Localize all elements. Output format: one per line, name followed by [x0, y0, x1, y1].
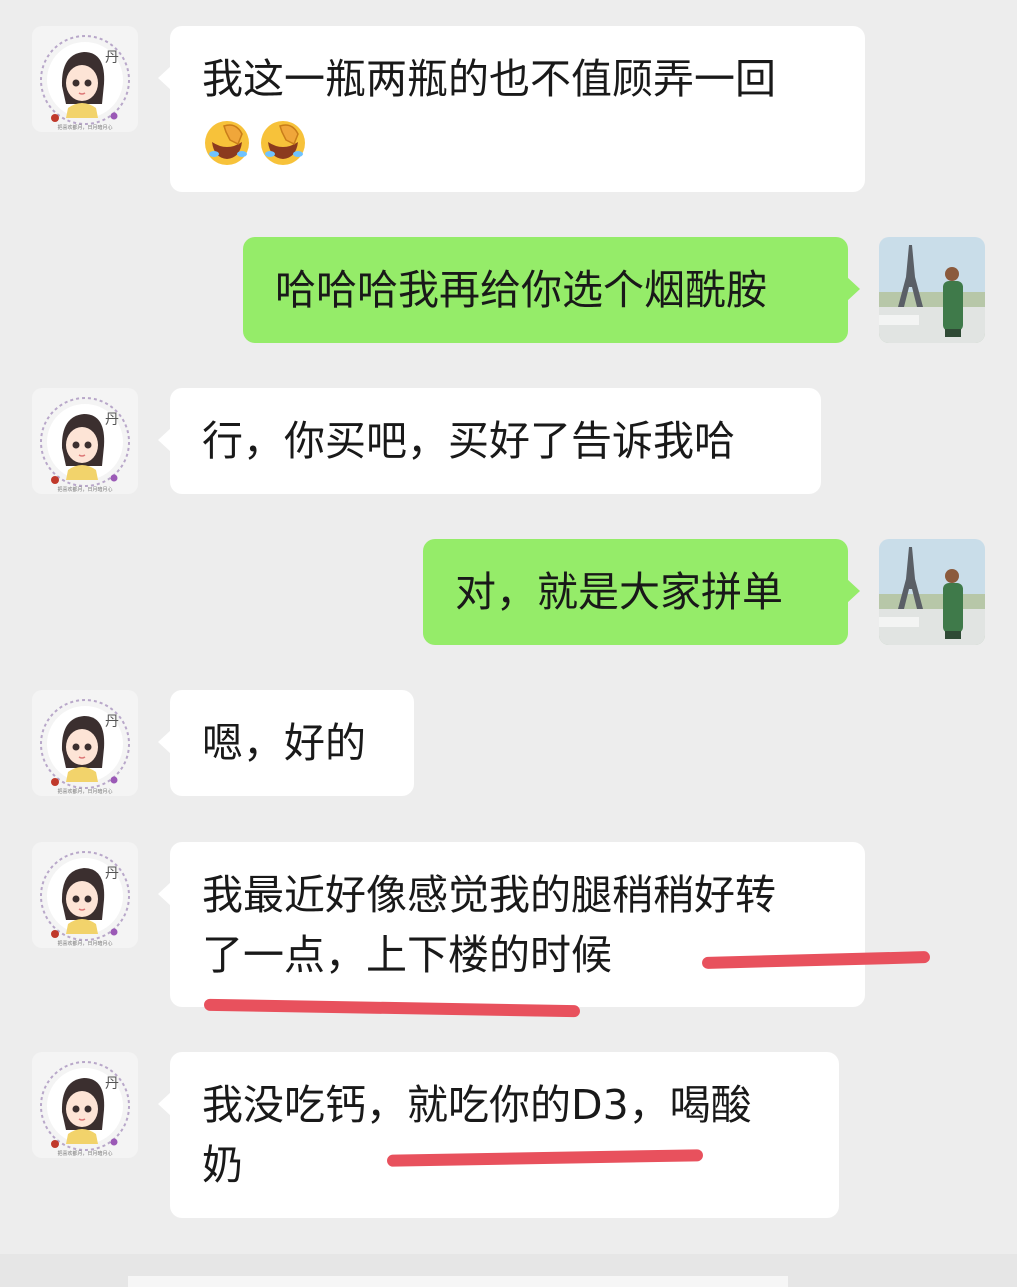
message-bubble[interactable]: 我这一瓶两瓶的也不值顾弄一回: [158, 26, 865, 192]
eiffel-tower-photo-avatar-icon: [879, 237, 985, 343]
svg-text:丹: 丹: [105, 866, 119, 882]
svg-text:把喜欢都月，日月暗月心: 把喜欢都月，日月暗月心: [57, 486, 112, 493]
facepalm-laugh-emoji-icon: [205, 121, 249, 165]
svg-text:把喜欢都月，日月暗月心: 把喜欢都月，日月暗月心: [57, 1150, 112, 1157]
girl-cartoon-avatar-icon: 丹 把喜欢都月，日月暗月心: [32, 1052, 138, 1158]
girl-cartoon-avatar-icon: 丹 把喜欢都月，日月暗月心: [32, 26, 138, 132]
message-bubble[interactable]: 嗯，好的: [158, 690, 414, 796]
svg-text:把喜欢都月，日月暗月心: 把喜欢都月，日月暗月心: [57, 124, 112, 131]
svg-text:丹: 丹: [105, 50, 119, 66]
message-bubble[interactable]: 行，你买吧，买好了告诉我哈: [158, 388, 821, 494]
message-text-line: 我最近好像感觉我的腿稍稍好转: [202, 871, 776, 919]
girl-cartoon-avatar-icon: 丹 把喜欢都月，日月暗月心: [32, 388, 138, 494]
message-text: 嗯，好的: [202, 719, 366, 767]
message-text: 对，就是大家拼单: [455, 568, 783, 616]
contact-avatar[interactable]: 丹 把喜欢都月，日月暗月心: [32, 388, 138, 494]
contact-avatar[interactable]: 丹 把喜欢都月，日月暗月心: [32, 690, 138, 796]
svg-text:把喜欢都月，日月暗月心: 把喜欢都月，日月暗月心: [57, 940, 112, 947]
svg-text:丹: 丹: [105, 714, 119, 730]
message-bubble[interactable]: 我最近好像感觉我的腿稍稍好转 了一点，上下楼的时候: [158, 842, 865, 1007]
message-text: 哈哈哈我再给你选个烟酰胺: [275, 266, 767, 314]
message-text-line: 奶: [202, 1141, 243, 1189]
my-avatar[interactable]: [879, 539, 985, 645]
contact-avatar[interactable]: 丹 把喜欢都月，日月暗月心: [32, 1052, 138, 1158]
eiffel-tower-photo-avatar-icon: [879, 539, 985, 645]
contact-avatar[interactable]: 丹 把喜欢都月，日月暗月心: [32, 842, 138, 948]
my-avatar[interactable]: [879, 237, 985, 343]
girl-cartoon-avatar-icon: 丹 把喜欢都月，日月暗月心: [32, 690, 138, 796]
message-input-field[interactable]: [128, 1276, 788, 1287]
message-text-line: 我没吃钙，就吃你的D3，喝酸: [202, 1081, 752, 1129]
svg-text:把喜欢都月，日月暗月心: 把喜欢都月，日月暗月心: [57, 788, 112, 795]
facepalm-laugh-emoji-icon: [261, 121, 305, 165]
message-text-line: 了一点，上下楼的时候: [202, 931, 612, 979]
message-text: 我这一瓶两瓶的也不值顾弄一回: [202, 55, 776, 103]
message-bubble[interactable]: 对，就是大家拼单: [423, 539, 860, 645]
message-bubble[interactable]: 哈哈哈我再给你选个烟酰胺: [243, 237, 860, 343]
svg-text:丹: 丹: [105, 1076, 119, 1092]
contact-avatar[interactable]: 丹 把喜欢都月，日月暗月心: [32, 26, 138, 132]
message-bubble[interactable]: 我没吃钙，就吃你的D3，喝酸 奶: [158, 1052, 839, 1218]
message-text: 行，你买吧，买好了告诉我哈: [202, 417, 735, 465]
chat-message-list[interactable]: 丹 把喜欢都月，日月暗月心 我这一瓶两瓶的也不值顾弄一回 哈哈哈我再给你选个烟酰…: [0, 0, 1017, 1287]
girl-cartoon-avatar-icon: 丹 把喜欢都月，日月暗月心: [32, 842, 138, 948]
svg-text:丹: 丹: [105, 412, 119, 428]
